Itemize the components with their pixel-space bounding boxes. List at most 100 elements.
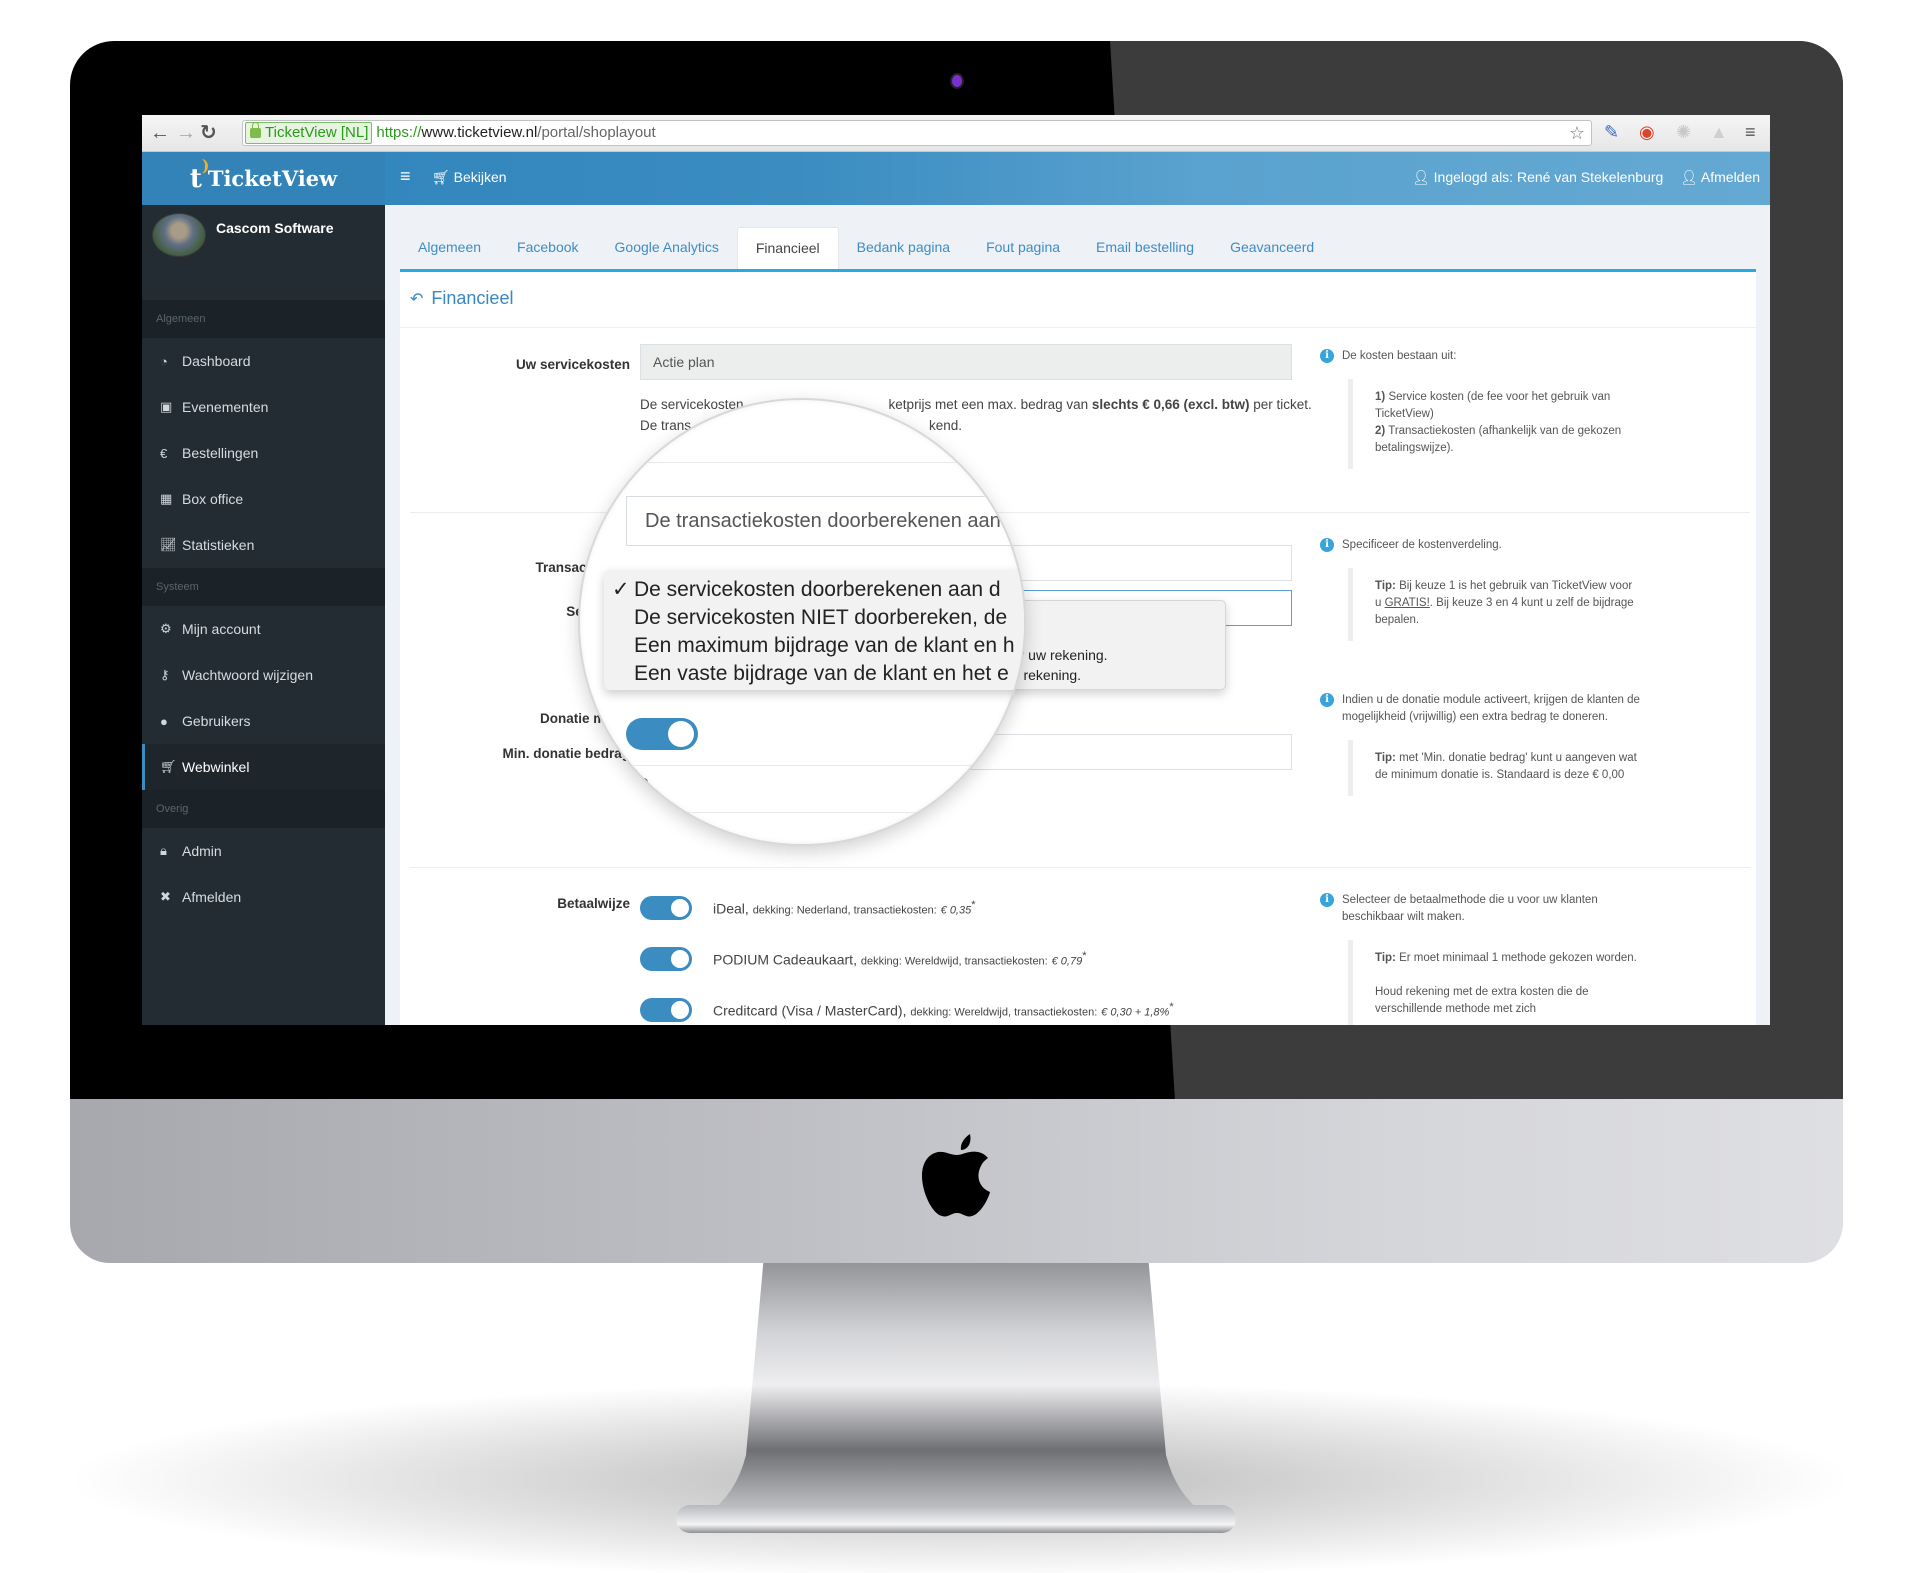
- ideal-toggle[interactable]: [640, 896, 692, 920]
- tab-financieel[interactable]: Financieel: [736, 227, 839, 270]
- tab-geavanceerd[interactable]: Geavanceerd: [1212, 227, 1332, 270]
- desc-text: ketprijs met een max. bedrag van: [888, 397, 1089, 412]
- tab-google-analytics[interactable]: Google Analytics: [597, 227, 737, 270]
- nav-section-algemeen: Algemeen: [142, 300, 385, 338]
- browser-toolbar: ← → ↻ TicketView [NL] https://www.ticketv…: [142, 115, 1770, 152]
- sidebar-item-dashboard[interactable]: ◔ Dashboard: [142, 338, 385, 384]
- help-quote: Tip: met 'Min. donatie bedrag' kunt u aa…: [1348, 740, 1640, 796]
- min-donatie-value: 0: [638, 775, 650, 797]
- checkmark-icon: ✓: [612, 578, 630, 601]
- sidebar-item-afmelden[interactable]: ✖ Afmelden: [142, 874, 385, 920]
- apple-logo-icon: [922, 1134, 990, 1217]
- eyedropper-icon[interactable]: ✎: [1604, 121, 1619, 143]
- logout-label: Afmelden: [1700, 169, 1761, 185]
- url-path: /portal/shoplayout: [537, 124, 656, 141]
- betaalwijze-label: Betaalwijze: [557, 896, 630, 911]
- magnified-option-selected[interactable]: ✓ De servicekosten doorberekenen aan d: [604, 576, 1024, 604]
- tab-facebook[interactable]: Facebook: [499, 227, 596, 270]
- reload-icon[interactable]: ↻: [200, 121, 217, 145]
- profile-block[interactable]: Cascom Software: [142, 205, 385, 300]
- sidebar-item-label: Webwinkel: [182, 759, 250, 775]
- help-text: Houd rekening met de extra kosten die de…: [1375, 986, 1589, 1015]
- sidebar-item-label: Afmelden: [182, 889, 242, 905]
- tab-algemeen[interactable]: Algemeen: [400, 227, 499, 270]
- page-title-text: Financieel: [431, 288, 514, 308]
- divider: [400, 327, 1756, 328]
- sidebar-item-label: Box office: [182, 491, 244, 507]
- sidebar-item-evenementen[interactable]: ▣ Evenementen: [142, 384, 385, 430]
- forward-icon[interactable]: →: [176, 121, 196, 145]
- sidebar-item-statistieken[interactable]: 📈︎ Statistieken: [142, 522, 385, 568]
- payment-coverage: dekking: Wereldwijd, transactiekosten:: [860, 955, 1048, 968]
- podium-toggle[interactable]: [640, 947, 692, 971]
- sidebar-item-mijn-account[interactable]: ⚙ Mijn account: [142, 606, 385, 652]
- tab-bedank-pagina[interactable]: Bedank pagina: [839, 227, 968, 270]
- drive-icon[interactable]: ▲: [1710, 121, 1728, 143]
- ticketview-logo-icon: t: [190, 156, 210, 194]
- ev-certificate-badge[interactable]: TicketView [NL]: [245, 122, 373, 144]
- logged-in-user[interactable]: 👤︎ Ingelogd als: René van Stekelenburg: [1412, 169, 1663, 186]
- sidebar-item-label: Mijn account: [182, 621, 261, 637]
- help-betaalwijze: i Selecteer de betaalmethode die u voor u…: [1320, 892, 1640, 1025]
- sidebar-item-admin[interactable]: 🔒︎ Admin: [142, 828, 385, 874]
- sidebar-item-bestellingen[interactable]: € Bestellingen: [142, 430, 385, 476]
- option-text: Een maximum bijdrage van de klant en h: [634, 634, 1015, 657]
- payment-name: Creditcard (Visa / MasterCard): [713, 1002, 903, 1019]
- divider: [580, 462, 1024, 463]
- desc-text: per ticket.: [1253, 397, 1312, 412]
- payment-cost: € 0,79: [1051, 955, 1083, 968]
- creditcard-toggle[interactable]: [640, 998, 692, 1022]
- calculator-icon: ▦: [160, 491, 173, 506]
- servicekosten-label: Uw servicekosten: [515, 357, 630, 372]
- logout-link[interactable]: 👤︎ Afmelden: [1680, 169, 1760, 186]
- user-icon: 👤︎: [1412, 169, 1434, 185]
- help-bold: Tip:: [1375, 580, 1396, 592]
- help-text: Service kosten (de fee voor het gebruik …: [1375, 391, 1611, 420]
- sidebar-item-webwinkel[interactable]: 🛒︎ Webwinkel: [142, 744, 385, 790]
- option-text: De servicekosten NIET doorbereken, de: [634, 606, 1008, 629]
- profile-name: Cascom Software: [216, 220, 334, 236]
- view-shop-link[interactable]: 🛒︎ Bekijken: [432, 169, 507, 186]
- brand-logo[interactable]: t TicketView: [142, 152, 385, 205]
- magnified-option[interactable]: De servicekosten NIET doorbereken, de: [604, 604, 1024, 632]
- magnified-option[interactable]: Een maximum bijdrage van de klant en h: [604, 632, 1024, 660]
- address-bar[interactable]: TicketView [NL] https://www.ticketview.nl…: [242, 120, 1592, 146]
- divider: [580, 812, 1024, 813]
- bookmark-star-icon[interactable]: ☆: [1569, 121, 1585, 145]
- chrome-extension-icon[interactable]: ◉: [1639, 121, 1655, 143]
- sidebar-item-box-office[interactable]: ▦ Box office: [142, 476, 385, 522]
- url-scheme: https://: [376, 124, 422, 141]
- donatie-toggle[interactable]: [626, 718, 698, 750]
- dashboard-icon: ◔: [160, 353, 168, 369]
- payment-cost: € 0,30 + 1,8%: [1101, 1006, 1170, 1019]
- page-title: ↶ Financieel: [410, 288, 513, 309]
- user-logout-icon: 👤︎: [1680, 169, 1701, 185]
- magnified-option[interactable]: Een vaste bijdrage van de klant en het e: [604, 660, 1024, 688]
- footnote-mark: *: [1082, 950, 1087, 962]
- sidebar-item-wachtwoord[interactable]: ⚷ Wachtwoord wijzigen: [142, 652, 385, 698]
- help-bold: 2): [1375, 425, 1386, 437]
- help-text: Er moet minimaal 1 methode gekozen worde…: [1399, 952, 1637, 964]
- sidebar: Cascom Software Algemeen ◔ Dashboard ▣ Eve…: [142, 205, 385, 1025]
- help-bold: 1): [1375, 391, 1386, 403]
- option-text: Een vaste bijdrage van de klant en het e: [634, 662, 1009, 685]
- menu-icon[interactable]: ≡: [1745, 121, 1756, 143]
- user-logout-icon: ✖: [160, 889, 171, 904]
- sidebar-item-label: Bestellingen: [182, 445, 259, 461]
- tab-email-bestelling[interactable]: Email bestelling: [1078, 227, 1212, 270]
- nav-section-overig: Overig: [142, 790, 385, 828]
- help-quote: Tip: Er moet minimaal 1 methode gekozen …: [1348, 940, 1640, 1025]
- url-host: www.ticketview.nl: [421, 124, 538, 141]
- bug-icon[interactable]: ✺: [1676, 121, 1691, 143]
- help-text: Selecteer de betaalmethode die u voor uw…: [1342, 894, 1598, 923]
- tab-fout-pagina[interactable]: Fout pagina: [968, 227, 1078, 270]
- help-donatie: i Indien u de donatie module activeert, k…: [1320, 692, 1640, 796]
- sidebar-item-gebruikers[interactable]: ● Gebruikers: [142, 698, 385, 744]
- min-donatie-label: Min. donatie bedrag: [502, 746, 630, 761]
- monitor-stand: [676, 1255, 1236, 1533]
- back-icon[interactable]: ←: [150, 121, 170, 145]
- info-icon: i: [1320, 693, 1334, 707]
- gratis-link[interactable]: GRATIS!: [1385, 597, 1430, 609]
- view-shop-label: Bekijken: [453, 169, 507, 185]
- hamburger-icon[interactable]: ≡: [400, 166, 411, 187]
